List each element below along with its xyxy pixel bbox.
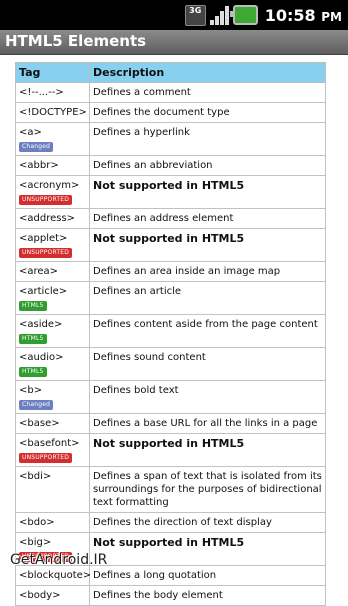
description-cell: Defines an abbreviation	[89, 155, 326, 176]
description-cell: Not supported in HTML5	[89, 433, 326, 467]
table-row[interactable]: <address> Defines an address element	[15, 208, 326, 229]
description-cell: Not supported in HTML5	[89, 228, 326, 262]
tag-cell: <bdi>	[15, 466, 90, 513]
tag-cell: <applet> UNSUPPORTED	[15, 228, 90, 262]
signal-strength-icon	[209, 5, 229, 25]
table-row[interactable]: <a> Changed Defines a hyperlink	[15, 122, 326, 156]
tag-cell: <area>	[15, 261, 90, 282]
tag-cell: <!DOCTYPE>	[15, 102, 90, 123]
description-cell: Defines a hyperlink	[89, 122, 326, 156]
table-row[interactable]: <!DOCTYPE> Defines the document type	[15, 102, 326, 123]
tag-name: <article>	[19, 286, 68, 297]
table-row[interactable]: <audio> HTML5 Defines sound content	[15, 347, 326, 381]
watermark: GetAndroid.IR	[10, 552, 108, 568]
table-row[interactable]: <bdo> Defines the direction of text displ…	[15, 512, 326, 533]
description-cell: Defines a comment	[89, 82, 326, 103]
elements-table: Tag Description <!--...--> Defines a comm…	[15, 62, 326, 606]
tag-name: <big>	[19, 537, 52, 548]
network-3g-icon: 3G	[184, 4, 206, 26]
clock: 10:58 PM	[264, 5, 342, 25]
table-row[interactable]: <!--...--> Defines a comment	[15, 82, 326, 103]
description-cell: Not supported in HTML5	[89, 532, 326, 566]
description-cell: Defines an address element	[89, 208, 326, 229]
tag-cell: <base>	[15, 413, 90, 434]
tag-cell: <!--...-->	[15, 82, 90, 103]
table-row[interactable]: <applet> UNSUPPORTED Not supported in HTML…	[15, 228, 326, 262]
status-bar: 3G 10:58 PM	[0, 0, 348, 30]
tag-cell: <acronym> UNSUPPORTED	[15, 175, 90, 209]
elements-table-container[interactable]: Tag Description <!--...--> Defines a comm…	[15, 62, 326, 606]
tag-name: <applet>	[19, 233, 68, 244]
description-cell: Defines a long quotation	[89, 565, 326, 586]
status-icons: 3G 10:58 PM	[184, 3, 342, 27]
tag-name: <area>	[19, 266, 59, 277]
table-row[interactable]: <acronym> UNSUPPORTED Not supported in HTM…	[15, 175, 326, 209]
status-badge: HTML5	[19, 334, 47, 344]
tag-name: <base>	[19, 418, 60, 429]
tag-cell: <a> Changed	[15, 122, 90, 156]
tag-cell: <abbr>	[15, 155, 90, 176]
tag-name: <b>	[19, 385, 43, 396]
status-badge: UNSUPPORTED	[19, 195, 73, 205]
description-cell: Defines a span of text that is isolated …	[89, 466, 326, 513]
table-row[interactable]: <basefont> UNSUPPORTED Not supported in HT…	[15, 433, 326, 467]
description-cell: Defines the body element	[89, 585, 326, 606]
table-row[interactable]: <body> Defines the body element	[15, 585, 326, 606]
column-header-tag: Tag	[15, 62, 90, 83]
description-cell: Defines an area inside an image map	[89, 261, 326, 282]
table-row[interactable]: <bdi> Defines a span of text that is isol…	[15, 466, 326, 513]
app-title-bar: HTML5 Elements	[0, 30, 348, 55]
table-header-row: Tag Description	[15, 62, 326, 83]
description-cell: Defines an article	[89, 281, 326, 315]
description-cell: Defines bold text	[89, 380, 326, 414]
tag-name: <bdi>	[19, 471, 52, 482]
tag-name: <body>	[19, 590, 61, 601]
tag-cell: <body>	[15, 585, 90, 606]
page-title: HTML5 Elements	[5, 32, 147, 50]
tag-name: <audio>	[19, 352, 64, 363]
table-row[interactable]: <base> Defines a base URL for all the lin…	[15, 413, 326, 434]
status-badge: Changed	[19, 142, 54, 152]
tag-name: <aside>	[19, 319, 63, 330]
tag-cell: <article> HTML5	[15, 281, 90, 315]
tag-cell: <basefont> UNSUPPORTED	[15, 433, 90, 467]
tag-name: <address>	[19, 213, 76, 224]
description-cell: Defines a base URL for all the links in …	[89, 413, 326, 434]
table-row[interactable]: <aside> HTML5 Defines content aside from t…	[15, 314, 326, 348]
column-header-description: Description	[89, 62, 326, 83]
description-cell: Defines the document type	[89, 102, 326, 123]
tag-cell: <address>	[15, 208, 90, 229]
status-badge: HTML5	[19, 367, 47, 377]
status-badge: HTML5	[19, 301, 47, 311]
table-row[interactable]: <blockquote> Defines a long quotation	[15, 565, 326, 586]
tag-name: <!--...-->	[19, 87, 64, 98]
description-cell: Not supported in HTML5	[89, 175, 326, 209]
tag-cell: <b> Changed	[15, 380, 90, 414]
tag-cell: <audio> HTML5	[15, 347, 90, 381]
tag-name: <acronym>	[19, 180, 80, 191]
description-cell: Defines content aside from the page cont…	[89, 314, 326, 348]
battery-icon	[229, 5, 258, 25]
tag-name: <blockquote>	[19, 570, 92, 581]
table-row[interactable]: <article> HTML5 Defines an article	[15, 281, 326, 315]
table-row[interactable]: <abbr> Defines an abbreviation	[15, 155, 326, 176]
description-cell: Defines sound content	[89, 347, 326, 381]
tag-name: <a>	[19, 127, 42, 138]
tag-name: <basefont>	[19, 438, 80, 449]
table-row[interactable]: <b> Changed Defines bold text	[15, 380, 326, 414]
tag-cell: <blockquote>	[15, 565, 92, 586]
tag-cell: <bdo>	[15, 512, 90, 533]
tag-name: <bdo>	[19, 517, 55, 528]
status-badge: Changed	[19, 400, 54, 410]
tag-name: <abbr>	[19, 160, 59, 171]
description-cell: Defines the direction of text display	[89, 512, 326, 533]
status-badge: UNSUPPORTED	[19, 453, 73, 463]
tag-name: <!DOCTYPE>	[19, 107, 87, 118]
status-badge: UNSUPPORTED	[19, 248, 73, 258]
tag-cell: <aside> HTML5	[15, 314, 90, 348]
table-row[interactable]: <area> Defines an area inside an image ma…	[15, 261, 326, 282]
